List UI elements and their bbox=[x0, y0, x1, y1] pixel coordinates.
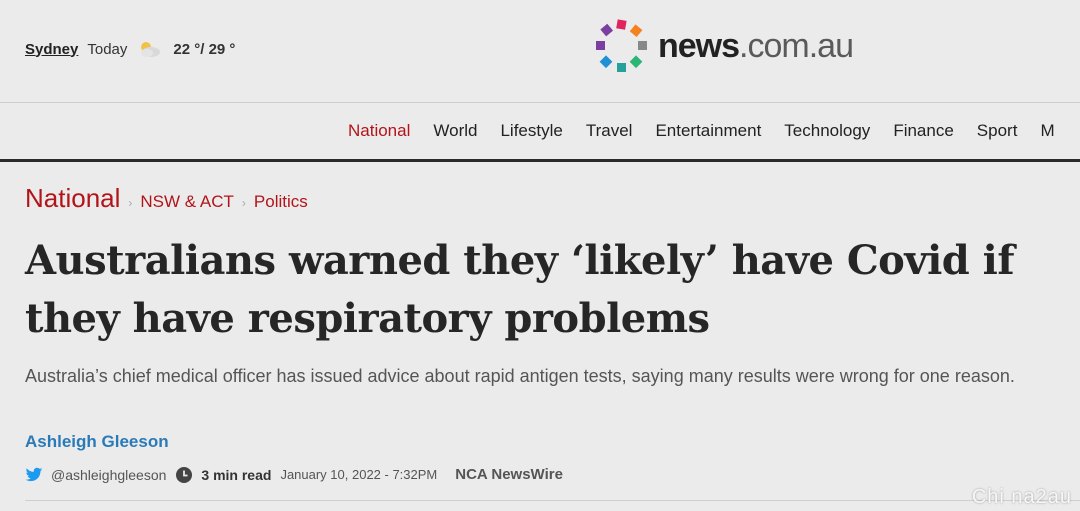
nav-item-sport[interactable]: Sport bbox=[977, 121, 1018, 141]
weather-widget: Sydney Today 22 °/ 29 ° bbox=[25, 40, 235, 58]
nav-item-entertainment[interactable]: Entertainment bbox=[655, 121, 761, 141]
breadcrumb-separator-icon: › bbox=[128, 196, 133, 210]
logo-domain-text: .com.au bbox=[739, 27, 854, 65]
partly-cloudy-icon bbox=[137, 40, 161, 58]
nav-item-world[interactable]: World bbox=[433, 121, 477, 141]
clock-icon bbox=[176, 466, 193, 483]
nav-item-travel[interactable]: Travel bbox=[586, 121, 633, 141]
main-nav: National World Lifestyle Travel Entertainmen… bbox=[0, 102, 1080, 162]
nav-item-finance[interactable]: Finance bbox=[893, 121, 953, 141]
breadcrumb: National › NSW & ACT › Politics bbox=[25, 183, 308, 214]
logo-news-text: news bbox=[658, 27, 740, 65]
logo-dots-icon bbox=[596, 19, 647, 72]
publish-date: January 10, 2022 - 7:32PM bbox=[280, 467, 438, 482]
read-time: 3 min read bbox=[201, 466, 272, 483]
nav-item-national[interactable]: National bbox=[348, 121, 410, 141]
author-twitter-handle[interactable]: @ashleighgleeson bbox=[51, 467, 166, 483]
top-bar: Sydney Today 22 °/ 29 ° news.com.au bbox=[0, 0, 1080, 102]
weather-city-link[interactable]: Sydney bbox=[25, 41, 78, 58]
watermark: Chi na2au bbox=[971, 486, 1072, 508]
site-logo[interactable]: news.com.au bbox=[594, 18, 854, 74]
article-headline: Australians warned they ‘likely’ have Co… bbox=[25, 237, 1015, 342]
twitter-icon[interactable] bbox=[25, 467, 43, 483]
nav-item-technology[interactable]: Technology bbox=[784, 121, 870, 141]
article-source: NCA NewsWire bbox=[455, 466, 563, 483]
nav-item-m[interactable]: M bbox=[1040, 121, 1054, 141]
nav-item-lifestyle[interactable]: Lifestyle bbox=[500, 121, 562, 141]
breadcrumb-national[interactable]: National bbox=[25, 183, 120, 214]
article-meta: @ashleighgleeson 3 min read January 10, … bbox=[25, 466, 563, 483]
divider bbox=[25, 500, 1080, 501]
breadcrumb-nsw-act[interactable]: NSW & ACT bbox=[140, 192, 234, 212]
breadcrumb-separator-icon: › bbox=[241, 196, 246, 210]
article-standfirst: Australia’s chief medical officer has is… bbox=[25, 366, 1015, 386]
author-link[interactable]: Ashleigh Gleeson bbox=[25, 432, 169, 452]
weather-temperature: 22 °/ 29 ° bbox=[173, 40, 236, 58]
breadcrumb-politics[interactable]: Politics bbox=[254, 192, 308, 212]
weather-day: Today bbox=[87, 40, 128, 58]
